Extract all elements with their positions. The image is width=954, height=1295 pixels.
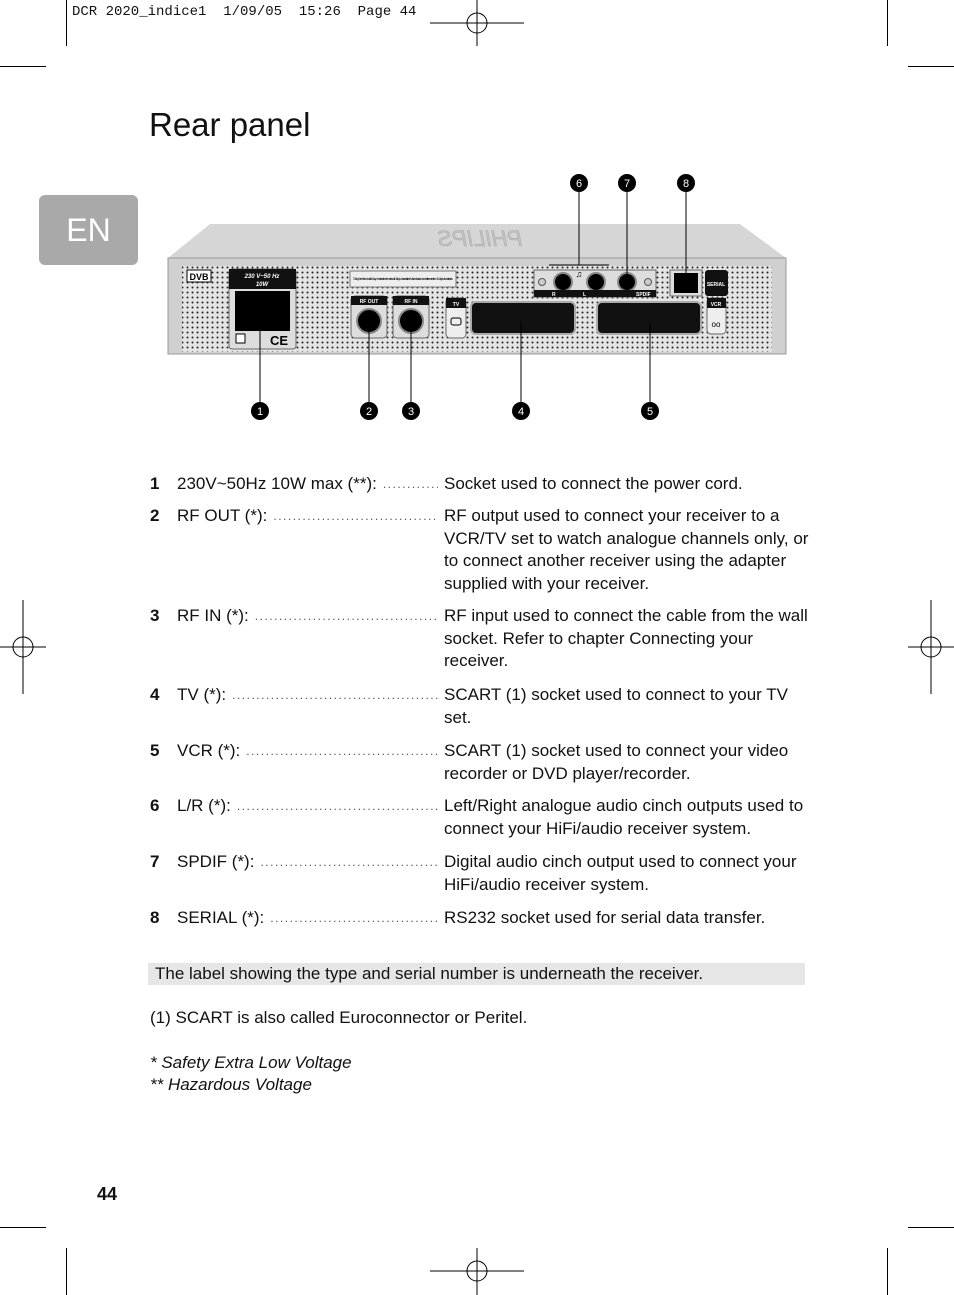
svg-text:RF IN: RF IN bbox=[404, 299, 417, 305]
svg-text:1: 1 bbox=[257, 406, 263, 418]
vcr-scart-socket bbox=[596, 301, 702, 335]
item-number: 2 bbox=[150, 506, 160, 525]
item-label: 230V~50Hz 10W max (**): bbox=[177, 474, 377, 493]
item-number: 3 bbox=[150, 606, 160, 625]
item-description: Digital audio cinch output used to conne… bbox=[444, 852, 797, 894]
dvb-logo: DVB bbox=[189, 272, 209, 282]
rear-panel-diagram: PHILIPS DVB 230 V~50 Hz 10W CE "Dolby" a… bbox=[167, 174, 787, 420]
item-label: SERIAL (*): bbox=[177, 908, 265, 927]
item-description: Socket used to connect the power cord. bbox=[444, 474, 743, 493]
item-number: 7 bbox=[150, 852, 160, 871]
svg-text:TV: TV bbox=[453, 302, 460, 308]
music-note-icon: ♫ bbox=[576, 269, 583, 279]
svg-text:230 V~50 Hz: 230 V~50 Hz bbox=[244, 274, 280, 280]
legend-hazardous: ** Hazardous Voltage bbox=[150, 1075, 312, 1094]
dot-leader: ........................................… bbox=[246, 744, 438, 758]
item-label-row: L/R (*):................................… bbox=[177, 795, 442, 818]
svg-text:7: 7 bbox=[624, 178, 630, 190]
svg-text:CE: CE bbox=[270, 333, 288, 348]
dot-leader: ........................................… bbox=[236, 799, 438, 813]
legend-selv: * Safety Extra Low Voltage bbox=[150, 1053, 352, 1072]
item-label: RF OUT (*): bbox=[177, 506, 268, 525]
page: DCR 2020_indice1 1/09/05 15:26 Page 44 R… bbox=[0, 0, 954, 1295]
brand-logo: PHILIPS bbox=[437, 226, 522, 251]
svg-text:10W: 10W bbox=[256, 282, 270, 288]
audio-l-socket bbox=[586, 272, 606, 292]
item-number: 5 bbox=[150, 741, 160, 760]
item-label-row: SPDIF (*):..............................… bbox=[177, 851, 442, 874]
item-number: 1 bbox=[150, 474, 160, 493]
svg-text:VCR: VCR bbox=[711, 302, 722, 308]
svg-text:SERIAL: SERIAL bbox=[707, 282, 725, 288]
tv-scart-socket bbox=[470, 301, 576, 335]
item-description: RF output used to connect your receiver … bbox=[444, 506, 809, 593]
svg-text:3: 3 bbox=[408, 406, 414, 418]
dot-leader: ........................................… bbox=[273, 509, 438, 523]
svg-text:L: L bbox=[583, 292, 586, 298]
item-label: SPDIF (*): bbox=[177, 852, 255, 871]
dolby-notice: "Dolby" and the double-D symbol are trad… bbox=[353, 277, 453, 281]
dot-leader: ........................................… bbox=[270, 911, 438, 925]
page-number: 44 bbox=[97, 1184, 118, 1204]
item-number: 4 bbox=[150, 685, 160, 704]
dot-leader: ........................................… bbox=[232, 688, 438, 702]
item-label-row: SERIAL (*):.............................… bbox=[177, 907, 442, 930]
svg-text:RF OUT: RF OUT bbox=[360, 299, 379, 305]
item-description: Left/Right analogue audio cinch outputs … bbox=[444, 796, 804, 838]
item-description: RS232 socket used for serial data transf… bbox=[444, 908, 766, 927]
item-label-row: VCR (*):................................… bbox=[177, 740, 442, 763]
item-label: RF IN (*): bbox=[177, 606, 249, 625]
svg-text:5: 5 bbox=[647, 406, 653, 418]
note-box: The label showing the type and serial nu… bbox=[148, 963, 805, 985]
item-description: SCART (1) socket used to connect your vi… bbox=[444, 741, 789, 783]
power-socket bbox=[235, 291, 290, 331]
svg-text:R: R bbox=[552, 292, 556, 298]
svg-text:6: 6 bbox=[576, 178, 582, 190]
dot-leader: ........................................… bbox=[254, 609, 438, 623]
item-description: RF input used to connect the cable from … bbox=[444, 606, 808, 670]
svg-text:8: 8 bbox=[683, 178, 689, 190]
svg-text:2: 2 bbox=[366, 406, 372, 418]
audio-r-socket bbox=[553, 272, 573, 292]
svg-text:oo: oo bbox=[712, 320, 721, 329]
svg-text:4: 4 bbox=[518, 406, 524, 418]
item-number: 8 bbox=[150, 908, 160, 927]
item-label: L/R (*): bbox=[177, 796, 231, 815]
dot-leader: ........................................… bbox=[260, 855, 438, 869]
item-label-row: TV (*):.................................… bbox=[177, 684, 442, 707]
item-number: 6 bbox=[150, 796, 160, 815]
item-label-row: RF IN (*):..............................… bbox=[177, 605, 442, 628]
item-label-row: 230V~50Hz 10W max (**):.................… bbox=[177, 473, 442, 496]
item-label: VCR (*): bbox=[177, 741, 241, 760]
svg-text:SPDIF: SPDIF bbox=[636, 292, 651, 298]
item-label-row: RF OUT (*):.............................… bbox=[177, 505, 442, 528]
dot-leader: ........................................… bbox=[382, 477, 438, 491]
item-description: SCART (1) socket used to connect to your… bbox=[444, 685, 788, 727]
item-label: TV (*): bbox=[177, 685, 227, 704]
footnote: (1) SCART is also called Euroconnector o… bbox=[150, 1008, 528, 1027]
